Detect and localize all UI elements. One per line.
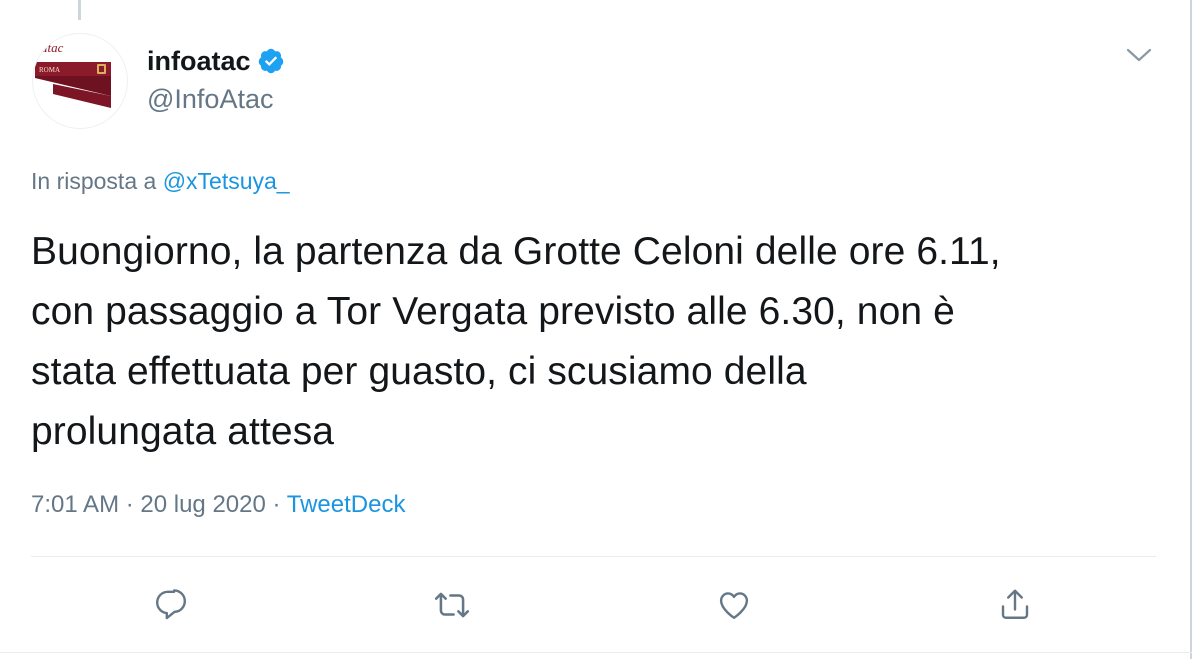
meta-separator: · — [265, 491, 287, 518]
thread-connector-line — [78, 0, 81, 20]
retweet-icon — [434, 592, 470, 618]
retweet-button[interactable] — [430, 583, 474, 627]
chevron-down-icon[interactable] — [1125, 43, 1153, 67]
share-icon — [1001, 589, 1029, 619]
frame-bottom-edge — [0, 652, 1192, 653]
author-name[interactable]: infoatac — [147, 44, 251, 78]
author-handle[interactable]: @InfoAtac — [147, 82, 273, 116]
heart-icon — [719, 592, 749, 619]
tweet-metadata: 7:01 AM · 20 lug 2020 · TweetDeck — [31, 488, 405, 522]
author-name-row[interactable]: infoatac — [147, 44, 285, 78]
avatar-logo-bottom-text: ROMA — [39, 66, 60, 74]
reply-context: In risposta a @xTetsuya_ — [31, 165, 290, 197]
tweet-time[interactable]: 7:01 AM — [31, 491, 119, 518]
tweet-text-line: stata effettuata per guasto, ci scusiamo… — [31, 350, 807, 393]
tweet-text-line: Buongiorno, la partenza da Grotte Celoni… — [31, 230, 1001, 273]
frame-edge — [1190, 0, 1192, 659]
reply-icon — [156, 589, 186, 620]
verified-badge-icon — [257, 47, 285, 75]
tweet-action-bar — [0, 583, 1200, 627]
avatar-logo-top-text: atac — [41, 40, 64, 55]
avatar[interactable]: atac ROMA — [32, 33, 128, 129]
tweet-text-line: con passaggio a Tor Vergata previsto all… — [31, 290, 955, 333]
reply-context-prefix: In risposta a — [31, 168, 157, 194]
tweet-source-link[interactable]: TweetDeck — [287, 491, 406, 518]
share-button[interactable] — [993, 583, 1037, 627]
action-bar-divider — [31, 556, 1156, 557]
reply-mention-link[interactable]: @xTetsuya_ — [163, 168, 290, 194]
tweet-text-line: prolungata attesa — [31, 410, 335, 453]
tweet-text: Buongiorno, la partenza da Grotte Celoni… — [31, 222, 1171, 462]
tweet-date[interactable]: 20 lug 2020 — [140, 491, 265, 518]
atac-roma-logo: atac ROMA — [35, 40, 111, 108]
like-button[interactable] — [712, 583, 756, 627]
meta-separator: · — [119, 491, 141, 518]
reply-button[interactable] — [149, 583, 193, 627]
